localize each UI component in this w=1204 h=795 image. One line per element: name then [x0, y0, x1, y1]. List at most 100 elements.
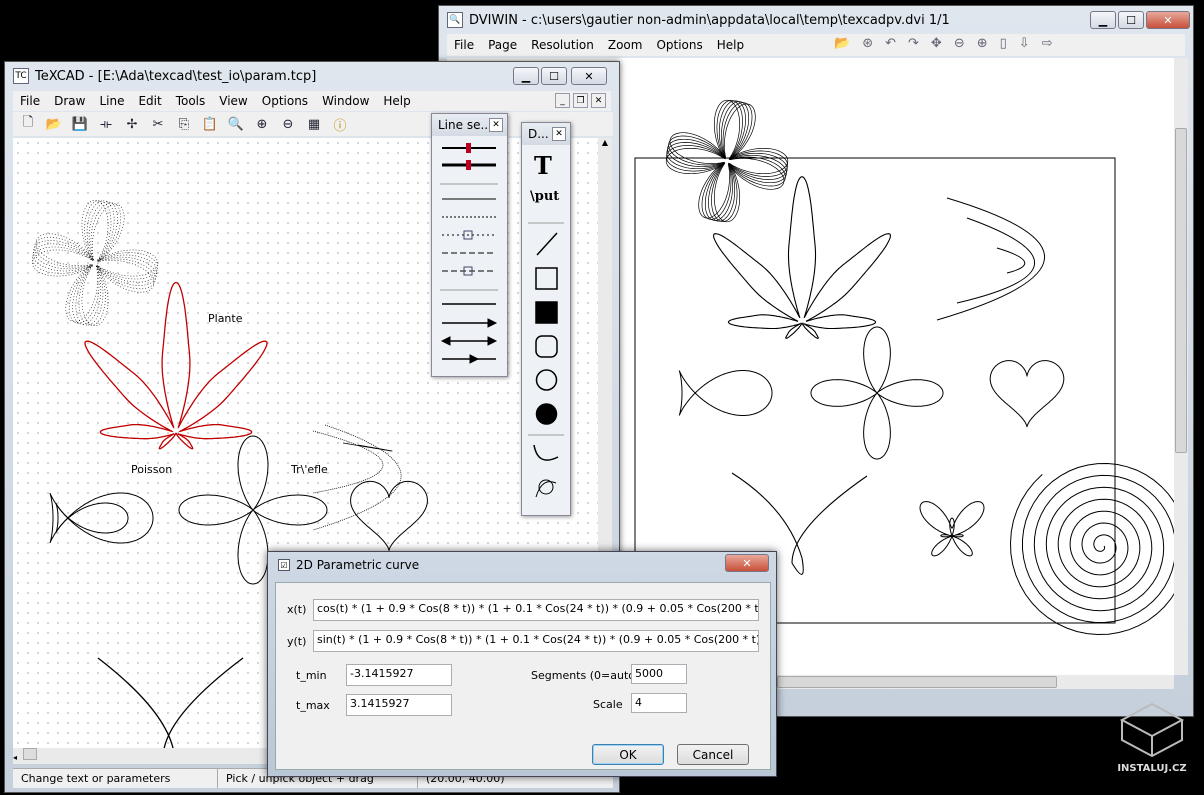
texcad-maximize-button[interactable]: ☐: [541, 67, 567, 85]
menu-draw[interactable]: Draw: [47, 94, 92, 108]
dvi-heart: [989, 360, 1065, 428]
tmin-field[interactable]: -3.1415927: [346, 664, 452, 686]
sketch-plant: [84, 281, 268, 450]
x-expression-field[interactable]: cos(t) * (1 + 0.9 * Cos(8 * t)) * (1 + 0…: [313, 599, 759, 621]
sketch-loop-curve: [97, 657, 244, 767]
dvi-clover: [810, 326, 944, 460]
paste-icon[interactable]: 📋: [201, 115, 219, 133]
put-tool[interactable]: \put: [530, 189, 559, 204]
cut-icon[interactable]: ✂: [149, 115, 167, 133]
sketch-arc-inner: [342, 442, 393, 452]
sketch-fish-2: [55, 502, 129, 534]
menu-window[interactable]: Window: [315, 94, 376, 108]
refresh-icon[interactable]: ⊛: [862, 36, 873, 51]
save-icon[interactable]: 💾: [71, 115, 89, 133]
dvi-arc-inner: [996, 247, 1026, 274]
y-expression-field[interactable]: sin(t) * (1 + 0.9 * Cos(8 * t)) * (1 + 0…: [313, 630, 759, 652]
watermark-box-icon: [1119, 702, 1185, 758]
dvi-arc-mid: [956, 217, 1035, 304]
dvi-menu-file[interactable]: File: [447, 38, 481, 52]
dialog-title: 2D Parametric curve: [296, 558, 420, 572]
menu-tools[interactable]: Tools: [169, 94, 213, 108]
page-icon[interactable]: ▯: [1000, 36, 1007, 51]
close-button[interactable]: ✕: [1146, 11, 1190, 29]
fit-icon[interactable]: ✥: [931, 36, 942, 51]
segments-field[interactable]: 5000: [631, 664, 687, 684]
line-style-palette: Line se... ✕: [431, 113, 508, 377]
menu-view[interactable]: View: [212, 94, 254, 108]
preview-icon[interactable]: 🔍: [227, 115, 245, 133]
label-trefle[interactable]: Tr\'efle: [291, 463, 328, 476]
open-icon[interactable]: 📂: [834, 36, 850, 51]
mdi-close-button[interactable]: ✕: [591, 93, 606, 108]
dvi-butterfly: [919, 501, 985, 557]
line-styles[interactable]: [432, 136, 507, 376]
dvi-menu-resolution[interactable]: Resolution: [524, 38, 601, 52]
label-plante[interactable]: Plante: [208, 312, 242, 325]
info-icon[interactable]: ⓘ: [331, 115, 349, 134]
dialog-close-button[interactable]: ✕: [725, 554, 769, 572]
line-palette-close-button[interactable]: ✕: [489, 118, 503, 132]
draw-palette-close-button[interactable]: ✕: [552, 127, 566, 141]
shape-tools[interactable]: [522, 215, 570, 515]
dviwin-app-icon: 🔍: [447, 12, 463, 28]
status-hint: Change text or parameters: [13, 769, 218, 788]
tmax-label: t_max: [296, 699, 330, 712]
cancel-button[interactable]: Cancel: [677, 744, 749, 765]
sketch-fish: [49, 492, 154, 544]
undo-icon[interactable]: ↶: [885, 36, 896, 51]
properties-icon[interactable]: ▦: [305, 115, 323, 133]
tmax-field[interactable]: 3.1415927: [346, 694, 452, 716]
dvi-menu-zoom[interactable]: Zoom: [601, 38, 650, 52]
label-poisson[interactable]: Poisson: [131, 463, 172, 476]
vector-tool-icon[interactable]: ✢: [123, 115, 141, 133]
menu-file[interactable]: File: [13, 94, 47, 108]
sketch-flower-ring: [35, 203, 155, 323]
hscroll-thumb[interactable]: [23, 748, 38, 760]
dvi-vertical-scrollbar[interactable]: [1174, 58, 1188, 675]
redo-icon[interactable]: ↷: [908, 36, 919, 51]
menu-line[interactable]: Line: [92, 94, 131, 108]
ok-button[interactable]: OK: [592, 744, 664, 765]
scroll-thumb[interactable]: [1175, 128, 1187, 453]
minimize-button[interactable]: ▁: [1090, 11, 1116, 29]
tmin-label: t_min: [296, 669, 327, 682]
texcad-minimize-button[interactable]: ▁: [513, 67, 539, 85]
mdi-minimize-button[interactable]: _: [555, 93, 570, 108]
maximize-button[interactable]: ☐: [1118, 11, 1144, 29]
scale-label: Scale: [593, 698, 623, 711]
sketch-arc-outer: [312, 430, 384, 494]
dviwin-title: DVIWIN - c:\users\gautier non-admin\appd…: [469, 12, 950, 28]
dvi-arc-outer: [936, 197, 1045, 321]
dvi-menu-page[interactable]: Page: [481, 38, 524, 52]
hscroll-thumb[interactable]: [777, 676, 1057, 688]
menu-edit[interactable]: Edit: [131, 94, 168, 108]
menu-help[interactable]: Help: [376, 94, 417, 108]
dvi-fish: [678, 370, 773, 416]
dvi-flower-ring: [668, 102, 786, 220]
zoom-in-icon[interactable]: ⊕: [977, 36, 988, 51]
mdi-restore-button[interactable]: ❐: [573, 93, 588, 108]
dvi-flower-ring: [669, 103, 785, 219]
texcad-app-icon: TC: [13, 68, 29, 84]
line-tool-icon[interactable]: ⟛: [97, 115, 115, 133]
dvi-menu-options[interactable]: Options: [649, 38, 709, 52]
new-icon[interactable]: 🗋: [19, 115, 37, 133]
prev-page-icon[interactable]: ⇩: [1019, 36, 1030, 51]
dialog-icon: ☑: [278, 559, 290, 571]
scale-field[interactable]: 4: [631, 693, 687, 713]
sketch-flower-ring: [33, 201, 157, 325]
text-tool[interactable]: T: [534, 151, 552, 180]
texcad-close-button[interactable]: ✕: [571, 67, 607, 85]
zoom-out-icon[interactable]: ⊖: [954, 36, 965, 51]
watermark-logo: INSTALUJ.CZ: [1116, 700, 1188, 778]
next-page-icon[interactable]: ⇨: [1042, 36, 1053, 51]
dvi-menu-help[interactable]: Help: [710, 38, 751, 52]
zoom-out-icon[interactable]: ⊖: [279, 115, 297, 133]
open-icon[interactable]: 📂: [45, 115, 63, 133]
menu-options[interactable]: Options: [255, 94, 315, 108]
copy-icon[interactable]: ⎘: [175, 115, 193, 133]
zoom-in-icon[interactable]: ⊕: [253, 115, 271, 133]
dviwin-toolbar: 📂 ⊛ ↶ ↷ ✥ ⊖ ⊕ ▯ ⇩ ⇨: [834, 36, 1053, 51]
y-label: y(t): [287, 635, 307, 648]
